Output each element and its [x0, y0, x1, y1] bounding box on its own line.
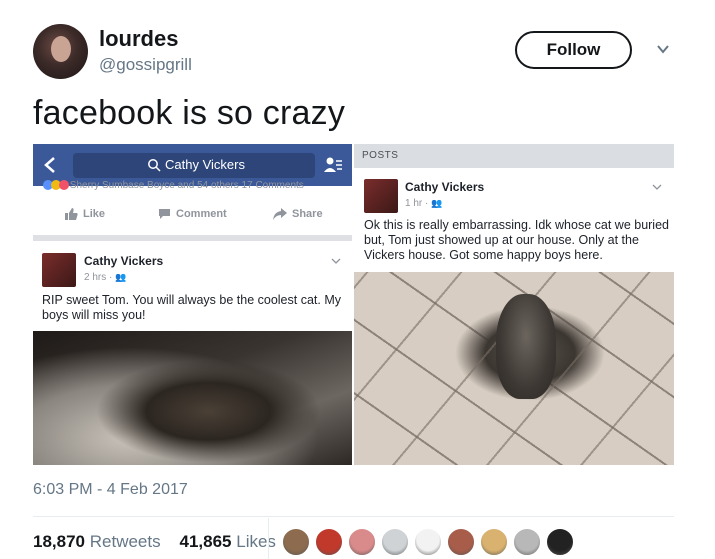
tweet-text: facebook is so crazy	[33, 94, 346, 132]
retweets-stat[interactable]: 18,870 Retweets	[33, 532, 161, 551]
facebook-screenshot-left[interactable]: Cathy Vickers Sherry Sumbase Boyce and 5…	[33, 144, 354, 465]
search-icon	[148, 159, 161, 172]
post-time: 1 hr · 👥	[405, 198, 443, 209]
cat-photo-bed	[33, 331, 352, 465]
liker-avatar[interactable]	[348, 528, 376, 556]
stats-separator	[268, 518, 269, 559]
liker-avatar[interactable]	[315, 528, 343, 556]
author-name[interactable]: lourdes	[99, 26, 178, 52]
follow-button[interactable]: Follow	[515, 31, 632, 69]
post-text: RIP sweet Tom. You will always be the co…	[42, 293, 341, 322]
tweet-stats: 18,870 Retweets 41,865 Likes	[33, 532, 276, 552]
poster-avatar	[42, 253, 76, 287]
cat-photo-floor	[354, 272, 674, 465]
liker-avatar[interactable]	[513, 528, 541, 556]
post-text: Ok this is really embarrassing. Idk whos…	[364, 218, 669, 262]
chevron-down-icon[interactable]	[656, 42, 670, 56]
author-handle[interactable]: @gossipgrill	[99, 55, 192, 75]
reaction-text: Sherry Sumbase Boyce and 54 others 17 Co…	[69, 180, 304, 190]
post-divider	[33, 235, 352, 241]
like-label: Like	[83, 208, 106, 220]
tweet-timestamp[interactable]: 6:03 PM - 4 Feb 2017	[33, 481, 188, 499]
liker-avatar[interactable]	[546, 528, 574, 556]
thumbs-up-icon	[65, 208, 78, 220]
friends-audience-icon: 👥	[431, 198, 443, 208]
poster-name: Cathy Vickers	[405, 180, 485, 194]
liker-avatar[interactable]	[414, 528, 442, 556]
likes-stat[interactable]: 41,865 Likes	[180, 532, 276, 551]
friends-audience-icon: 👥	[115, 272, 127, 282]
poster-name: Cathy Vickers	[84, 254, 164, 268]
facebook-screenshot-right[interactable]: POSTS Cathy Vickers 1 hr · 👥 Ok this is …	[354, 144, 674, 465]
post-actions: Like Comment Share	[33, 208, 352, 228]
back-arrow-icon	[44, 157, 55, 173]
liker-avatar[interactable]	[381, 528, 409, 556]
posts-header: POSTS	[354, 144, 674, 168]
comment-label: Comment	[176, 208, 227, 220]
chevron-down-icon	[652, 184, 662, 190]
comment-icon	[159, 209, 170, 219]
liker-avatar[interactable]	[282, 528, 310, 556]
friend-request-icon	[324, 157, 342, 172]
share-icon	[273, 208, 287, 220]
post-time: 2 hrs · 👥	[84, 272, 127, 283]
liker-avatars	[282, 528, 582, 558]
tweet-media[interactable]: Cathy Vickers Sherry Sumbase Boyce and 5…	[33, 144, 674, 465]
liker-avatar[interactable]	[447, 528, 475, 556]
share-action: Share	[273, 208, 323, 220]
author-avatar[interactable]	[33, 24, 88, 79]
divider	[33, 516, 674, 517]
facebook-search-field: Cathy Vickers	[73, 153, 315, 178]
liker-avatar[interactable]	[480, 528, 508, 556]
posts-label: POSTS	[362, 150, 399, 161]
chevron-down-icon	[331, 258, 341, 264]
poster-avatar	[364, 179, 398, 213]
comment-action: Comment	[158, 208, 227, 220]
search-query: Cathy Vickers	[165, 157, 245, 172]
share-label: Share	[292, 208, 323, 220]
like-action: Like	[65, 208, 105, 220]
reaction-summary: Sherry Sumbase Boyce and 54 others 17 Co…	[43, 180, 343, 190]
